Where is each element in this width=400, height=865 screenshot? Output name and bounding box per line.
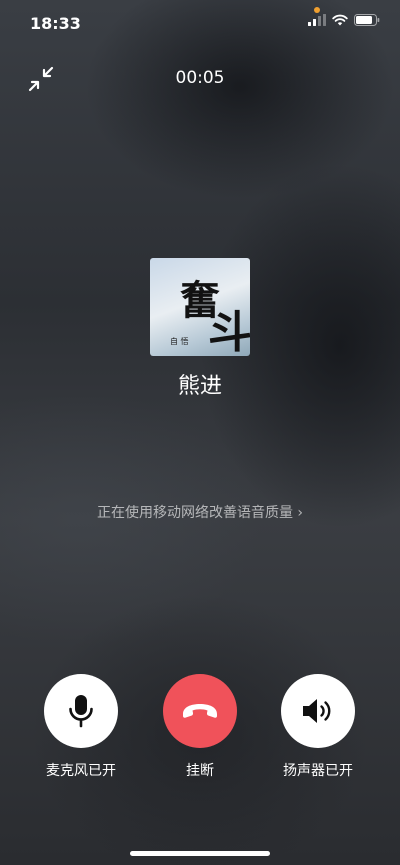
chevron-right-icon: › [297, 505, 304, 521]
speaker-icon [303, 699, 331, 723]
status-bar: 18:33 [0, 0, 400, 48]
battery-icon [354, 14, 380, 26]
hangup-button[interactable] [163, 674, 237, 748]
recording-indicator-dot [314, 7, 320, 13]
avatar-signature: 自 悟 [170, 337, 189, 346]
hangup-phone-icon [183, 704, 217, 718]
status-time: 18:33 [30, 14, 81, 33]
caller-avatar: 奮 斗 自 悟 [150, 258, 250, 356]
avatar-calligraphy: 斗 [208, 307, 250, 356]
wifi-icon [332, 14, 348, 26]
network-hint-text: 正在使用移动网络改善语音质量 [96, 505, 293, 521]
status-icons [308, 14, 380, 26]
caller-name: 熊进 [177, 374, 222, 399]
speaker-label: 扬声器已开 [283, 763, 353, 779]
network-hint-link[interactable]: 正在使用移动网络改善语音质量 › [0, 502, 400, 522]
hangup-label: 挂断 [186, 763, 214, 779]
mic-label: 麦克风已开 [46, 763, 116, 779]
signal-icon [308, 14, 326, 26]
home-indicator[interactable] [130, 851, 270, 856]
call-duration: 00:05 [175, 68, 225, 88]
speaker-button[interactable] [281, 674, 355, 748]
mic-button[interactable] [44, 674, 118, 748]
microphone-icon [69, 695, 93, 728]
